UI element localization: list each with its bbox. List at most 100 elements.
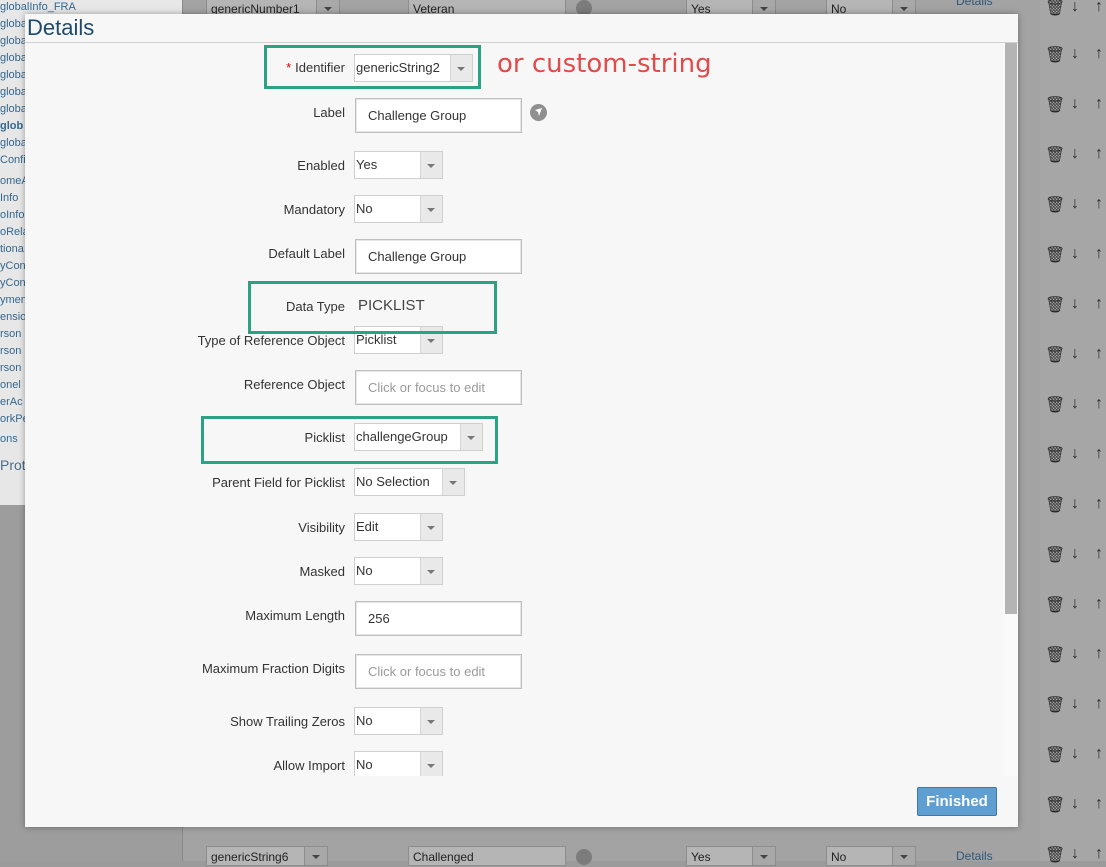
arrow-up-icon[interactable]: ↑ [1095, 395, 1103, 413]
trash-icon[interactable]: 🗑 [1045, 295, 1065, 315]
nav-item[interactable]: onel [0, 379, 21, 391]
arrow-down-icon[interactable]: ↓ [1071, 745, 1079, 763]
arrow-down-icon[interactable]: ↓ [1071, 395, 1079, 413]
arrow-up-icon[interactable]: ↑ [1095, 245, 1103, 263]
arrow-up-icon[interactable]: ↑ [1095, 0, 1103, 16]
parent-field-select[interactable]: No Selection [354, 468, 465, 496]
nav-item[interactable]: oInfo [0, 209, 24, 221]
arrow-down-icon[interactable]: ↓ [1071, 245, 1079, 263]
masked-select[interactable]: No [354, 557, 443, 585]
nav-item[interactable]: ensio [0, 311, 26, 323]
pin-icon[interactable] [576, 849, 592, 865]
trash-icon[interactable]: 🗑 [1045, 395, 1065, 415]
arrow-down-icon[interactable]: ↓ [1071, 195, 1079, 213]
bg-identifier-select[interactable]: genericString6 [206, 846, 328, 866]
arrow-up-icon[interactable]: ↑ [1095, 495, 1103, 513]
nav-item[interactable]: Info [0, 192, 18, 204]
arrow-up-icon[interactable]: ↑ [1095, 695, 1103, 713]
nav-item[interactable]: yCon [0, 277, 26, 289]
show-trailing-zeros-select[interactable]: No [354, 707, 443, 735]
trash-icon[interactable]: 🗑 [1045, 595, 1065, 615]
nav-item[interactable]: ons [0, 433, 18, 445]
arrow-up-icon[interactable]: ↑ [1095, 45, 1103, 63]
nav-item[interactable]: ymen [0, 294, 27, 306]
nav-item[interactable]: globa [0, 137, 27, 149]
arrow-down-icon[interactable]: ↓ [1071, 145, 1079, 163]
trash-icon[interactable]: 🗑 [1045, 695, 1065, 715]
trash-icon[interactable]: 🗑 [1045, 445, 1065, 465]
arrow-up-icon[interactable]: ↑ [1095, 295, 1103, 313]
trash-icon[interactable]: 🗑 [1045, 845, 1065, 865]
nav-item[interactable]: rson [0, 362, 21, 374]
arrow-up-icon[interactable]: ↑ [1095, 845, 1103, 863]
nav-item[interactable]: erAc [0, 396, 23, 408]
arrow-down-icon[interactable]: ↓ [1071, 545, 1079, 563]
maximum-length-input[interactable] [355, 601, 522, 636]
trash-icon[interactable]: 🗑 [1045, 95, 1065, 115]
nav-item[interactable]: yCon [0, 260, 26, 272]
arrow-up-icon[interactable]: ↑ [1095, 745, 1103, 763]
arrow-down-icon[interactable]: ↓ [1071, 45, 1079, 63]
reference-object-input[interactable] [355, 370, 522, 405]
arrow-down-icon[interactable]: ↓ [1071, 845, 1079, 863]
translate-pin-icon[interactable] [530, 104, 547, 121]
nav-item[interactable]: globa [0, 103, 27, 115]
nav-item[interactable]: globa [0, 69, 27, 81]
finished-button[interactable]: Finished [917, 787, 997, 816]
trash-icon[interactable]: 🗑 [1045, 195, 1065, 215]
trash-icon[interactable]: 🗑 [1045, 0, 1065, 18]
arrow-down-icon[interactable]: ↓ [1071, 445, 1079, 463]
arrow-down-icon[interactable]: ↓ [1071, 495, 1079, 513]
trash-icon[interactable]: 🗑 [1045, 345, 1065, 365]
arrow-up-icon[interactable]: ↑ [1095, 95, 1103, 113]
trash-icon[interactable]: 🗑 [1045, 495, 1065, 515]
nav-item[interactable]: rson [0, 328, 21, 340]
nav-item[interactable]: globalInfo_FRA [0, 1, 76, 13]
trash-icon[interactable]: 🗑 [1045, 545, 1065, 565]
arrow-down-icon[interactable]: ↓ [1071, 95, 1079, 113]
bg-mandatory-select[interactable]: No [826, 846, 916, 866]
nav-item[interactable]: globa [0, 86, 27, 98]
scrollbar-thumb[interactable] [1005, 43, 1017, 614]
nav-item[interactable]: Confi [0, 154, 26, 166]
trash-icon[interactable]: 🗑 [1045, 45, 1065, 65]
mandatory-select[interactable]: No [354, 195, 443, 223]
trash-icon[interactable]: 🗑 [1045, 795, 1065, 815]
nav-item[interactable]: tiona [0, 243, 24, 255]
nav-section-title[interactable]: Prot [0, 457, 26, 473]
allow-import-select[interactable]: No [354, 751, 443, 776]
arrow-down-icon[interactable]: ↓ [1071, 795, 1079, 813]
nav-item[interactable]: rson [0, 345, 21, 357]
nav-item[interactable]: globa [0, 18, 27, 30]
label-input[interactable] [355, 98, 522, 133]
bg-enabled-select[interactable]: Yes [686, 846, 776, 866]
bg-label-input[interactable]: Challenged [408, 846, 566, 866]
trash-icon[interactable]: 🗑 [1045, 745, 1065, 765]
arrow-down-icon[interactable]: ↓ [1071, 295, 1079, 313]
arrow-up-icon[interactable]: ↑ [1095, 795, 1103, 813]
arrow-up-icon[interactable]: ↑ [1095, 445, 1103, 463]
nav-item[interactable]: globa [0, 52, 27, 64]
arrow-down-icon[interactable]: ↓ [1071, 645, 1079, 663]
maximum-fraction-digits-input[interactable] [355, 654, 522, 689]
arrow-up-icon[interactable]: ↑ [1095, 145, 1103, 163]
arrow-up-icon[interactable]: ↑ [1095, 545, 1103, 563]
arrow-up-icon[interactable]: ↑ [1095, 645, 1103, 663]
trash-icon[interactable]: 🗑 [1045, 245, 1065, 265]
arrow-up-icon[interactable]: ↑ [1095, 195, 1103, 213]
bg-details-link[interactable]: Details [956, 0, 993, 8]
trash-icon[interactable]: 🗑 [1045, 645, 1065, 665]
chevron-down-icon [420, 196, 442, 222]
nav-item-active[interactable]: glob [0, 120, 23, 132]
visibility-select[interactable]: Edit [354, 513, 443, 541]
arrow-down-icon[interactable]: ↓ [1071, 345, 1079, 363]
nav-item[interactable]: globa [0, 35, 27, 47]
default-label-input[interactable] [355, 239, 522, 274]
arrow-up-icon[interactable]: ↑ [1095, 345, 1103, 363]
enabled-select[interactable]: Yes [354, 151, 443, 179]
trash-icon[interactable]: 🗑 [1045, 145, 1065, 165]
arrow-down-icon[interactable]: ↓ [1071, 0, 1079, 16]
arrow-down-icon[interactable]: ↓ [1071, 695, 1079, 713]
arrow-up-icon[interactable]: ↑ [1095, 595, 1103, 613]
arrow-down-icon[interactable]: ↓ [1071, 595, 1079, 613]
